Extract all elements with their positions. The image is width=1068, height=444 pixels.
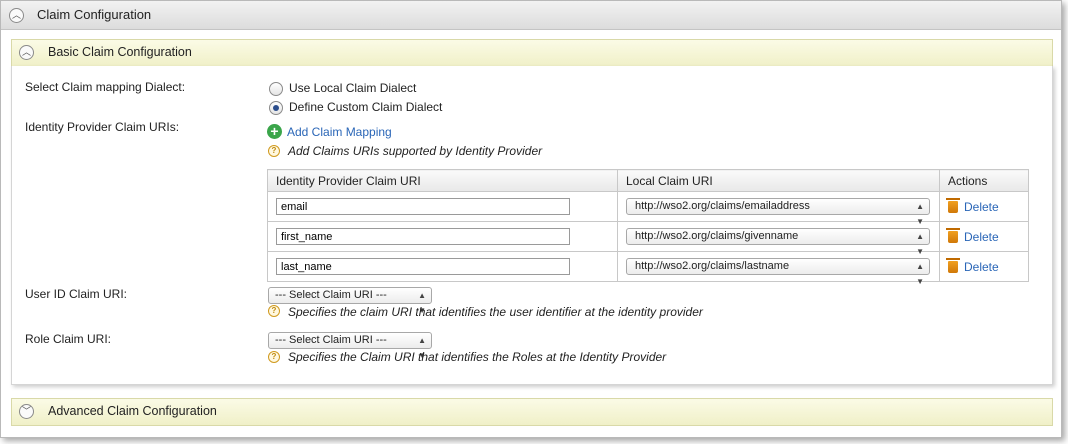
define-custom-dialect-radio[interactable]	[269, 101, 283, 115]
dropdown-arrow-icon: ▲ ▼	[916, 202, 924, 226]
column-header: Actions	[939, 169, 1029, 192]
claim-configuration-title: Claim Configuration	[37, 7, 152, 22]
define-custom-dialect-label[interactable]: Define Custom Claim Dialect	[289, 100, 442, 114]
table-row: http://wso2.org/claims/emailaddress ▲▼ De…	[267, 191, 1029, 226]
user-id-claim-select[interactable]: --- Select Claim URI --- ▲ ▼	[268, 287, 432, 315]
add-claims-help-text: Add Claims URIs supported by Identity Pr…	[288, 144, 543, 158]
actions-cell: Delete	[939, 191, 1029, 222]
select-value: --- Select Claim URI ---	[275, 289, 387, 301]
trash-icon[interactable]	[946, 258, 960, 274]
column-header: Local Claim URI	[617, 169, 940, 192]
role-help-text: Specifies the Claim URI that identifies …	[288, 350, 667, 364]
trash-icon[interactable]	[946, 198, 960, 214]
role-claim-select[interactable]: --- Select Claim URI --- ▲ ▼	[268, 332, 432, 360]
advanced-claim-configuration-title: Advanced Claim Configuration	[48, 404, 217, 418]
idp-claim-input[interactable]	[276, 258, 570, 275]
idp-claim-cell	[267, 221, 618, 252]
select-value: http://wso2.org/claims/lastname	[635, 260, 790, 272]
user-id-help-text: Specifies the claim URI that identifies …	[288, 305, 703, 319]
collapse-icon[interactable]: ︿	[9, 8, 24, 23]
local-claim-select[interactable]: http://wso2.org/claims/emailaddress ▲ ▼	[626, 198, 930, 226]
column-header: Identity Provider Claim URI	[267, 169, 618, 192]
trash-icon[interactable]	[946, 228, 960, 244]
local-claim-cell: http://wso2.org/claims/givenname ▲ ▼	[617, 221, 940, 256]
collapse-icon[interactable]: ︿	[19, 45, 34, 60]
idp-claim-cell	[267, 191, 618, 222]
claim-configuration-window: ︿ Claim Configuration ︿ Basic Claim Conf…	[0, 0, 1062, 438]
advanced-claim-configuration-header[interactable]: ﹀ Advanced Claim Configuration	[11, 398, 1053, 426]
actions-cell: Delete	[939, 251, 1029, 282]
help-icon: ?	[268, 351, 280, 363]
claim-mapping-table: Identity Provider Claim URI Local Claim …	[267, 169, 1029, 286]
expand-icon[interactable]: ﹀	[19, 404, 34, 419]
basic-claim-configuration-header[interactable]: ︿ Basic Claim Configuration	[11, 39, 1053, 67]
idp-claim-uris-label: Identity Provider Claim URIs:	[25, 120, 180, 134]
local-claim-select[interactable]: http://wso2.org/claims/lastname ▲ ▼	[626, 258, 930, 286]
actions-cell: Delete	[939, 221, 1029, 252]
idp-claim-cell	[267, 251, 618, 282]
use-local-dialect-label[interactable]: Use Local Claim Dialect	[289, 81, 416, 95]
dropdown-arrow-icon: ▲ ▼	[916, 262, 924, 286]
role-claim-label: Role Claim URI:	[25, 332, 112, 346]
table-header-row: Identity Provider Claim URI Local Claim …	[267, 169, 1029, 192]
add-icon[interactable]: +	[267, 124, 282, 139]
use-local-dialect-radio[interactable]	[269, 82, 283, 96]
delete-link[interactable]: Delete	[964, 260, 999, 274]
user-id-claim-label: User ID Claim URI:	[25, 287, 128, 301]
idp-claim-input[interactable]	[276, 198, 570, 215]
select-value: --- Select Claim URI ---	[275, 334, 387, 346]
delete-link[interactable]: Delete	[964, 200, 999, 214]
select-value: http://wso2.org/claims/emailaddress	[635, 200, 810, 212]
help-icon: ?	[268, 305, 280, 317]
select-value: http://wso2.org/claims/givenname	[635, 230, 799, 242]
local-claim-cell: http://wso2.org/claims/emailaddress ▲ ▼	[617, 191, 940, 226]
local-claim-cell: http://wso2.org/claims/lastname ▲ ▼	[617, 251, 940, 286]
claim-configuration-header[interactable]: ︿ Claim Configuration	[1, 1, 1061, 30]
add-claim-mapping-link[interactable]: Add Claim Mapping	[287, 125, 392, 139]
delete-link[interactable]: Delete	[964, 230, 999, 244]
help-icon: ?	[268, 145, 280, 157]
table-row: http://wso2.org/claims/givenname ▲▼ Delet…	[267, 221, 1029, 256]
basic-claim-configuration-title: Basic Claim Configuration	[48, 45, 192, 59]
dropdown-arrow-icon: ▲ ▼	[916, 232, 924, 256]
table-row: http://wso2.org/claims/lastname ▲▼ Delete	[267, 251, 1029, 286]
idp-claim-input[interactable]	[276, 228, 570, 245]
local-claim-select[interactable]: http://wso2.org/claims/givenname ▲ ▼	[626, 228, 930, 256]
dialect-label: Select Claim mapping Dialect:	[25, 80, 186, 94]
